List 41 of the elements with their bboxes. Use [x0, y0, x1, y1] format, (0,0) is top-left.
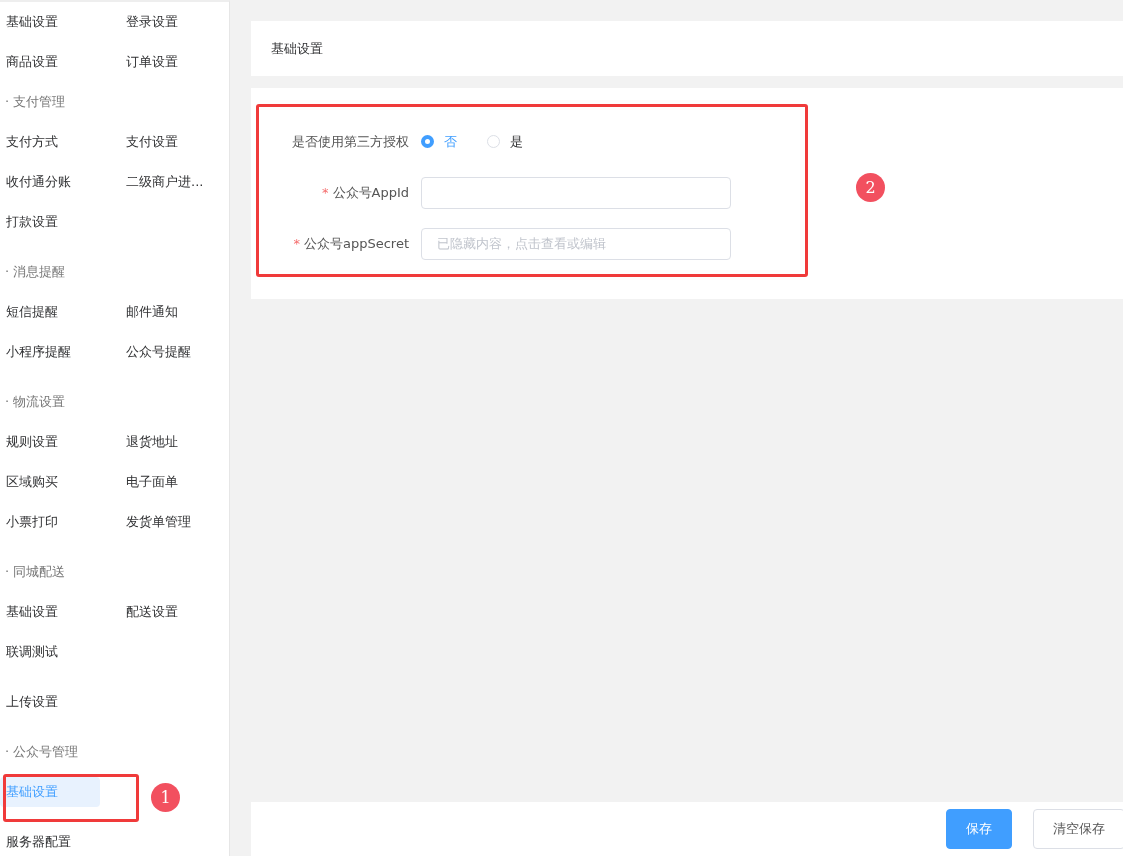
sidebar-item[interactable]: 上传设置	[0, 687, 64, 717]
clear-save-button[interactable]: 清空保存	[1033, 809, 1123, 849]
field-label: 公众号AppId	[332, 183, 409, 202]
sidebar-item[interactable]: 退货地址	[120, 427, 184, 457]
sidebar-group-heading: · 支付管理	[4, 93, 67, 111]
sidebar-item[interactable]: 订单设置	[120, 47, 184, 77]
field-label: 公众号appSecret	[303, 234, 409, 253]
sidebar-item[interactable]: 公众号提醒	[120, 337, 197, 367]
sidebar-item[interactable]: 联调测试	[0, 637, 64, 667]
sidebar-item[interactable]: 收付通分账	[0, 167, 77, 197]
sidebar-item[interactable]: 小程序提醒	[0, 337, 77, 367]
sidebar-item[interactable]: 发货单管理	[120, 507, 197, 537]
sidebar-item[interactable]: 基础设置	[0, 597, 64, 627]
sidebar-item[interactable]: 区域购买	[0, 467, 64, 497]
sidebar-item[interactable]: 服务器配置	[0, 827, 77, 856]
sidebar-item[interactable]: 配送设置	[120, 597, 184, 627]
annotation-badge: 1	[151, 783, 180, 812]
sidebar-item[interactable]: 登录设置	[120, 7, 184, 37]
sidebar-group-heading: · 同城配送	[4, 563, 67, 581]
field-label: 是否使用第三方授权	[292, 132, 409, 151]
radio-option[interactable]: 是	[487, 132, 523, 151]
sidebar-item[interactable]: 支付方式	[0, 127, 64, 157]
sidebar-item[interactable]: 邮件通知	[120, 297, 184, 327]
sidebar-item[interactable]: 商品设置	[0, 47, 64, 77]
sidebar-item[interactable]: 规则设置	[0, 427, 64, 457]
text-input[interactable]: 已隐藏内容，点击查看或编辑	[421, 227, 731, 260]
sidebar-item[interactable]: 小票打印	[0, 507, 64, 537]
sidebar-group-heading: · 公众号管理	[4, 743, 80, 761]
sidebar-item[interactable]: 打款设置	[0, 207, 64, 237]
sidebar-item[interactable]: 短信提醒	[0, 297, 64, 327]
sidebar-item[interactable]: 支付设置	[120, 127, 184, 157]
annotation-badge: 2	[856, 173, 885, 202]
sidebar-item[interactable]: 电子面单	[120, 467, 184, 497]
sidebar-item[interactable]: 二级商户进...	[120, 167, 210, 197]
sidebar-item[interactable]: 基础设置	[0, 7, 64, 37]
sidebar-group-heading: · 物流设置	[4, 393, 67, 411]
text-input[interactable]	[421, 176, 731, 209]
required-mark: *	[322, 185, 329, 200]
sidebar-group-heading: · 消息提醒	[4, 263, 67, 281]
required-mark: *	[293, 236, 300, 251]
page-title: 基础设置	[271, 39, 323, 58]
